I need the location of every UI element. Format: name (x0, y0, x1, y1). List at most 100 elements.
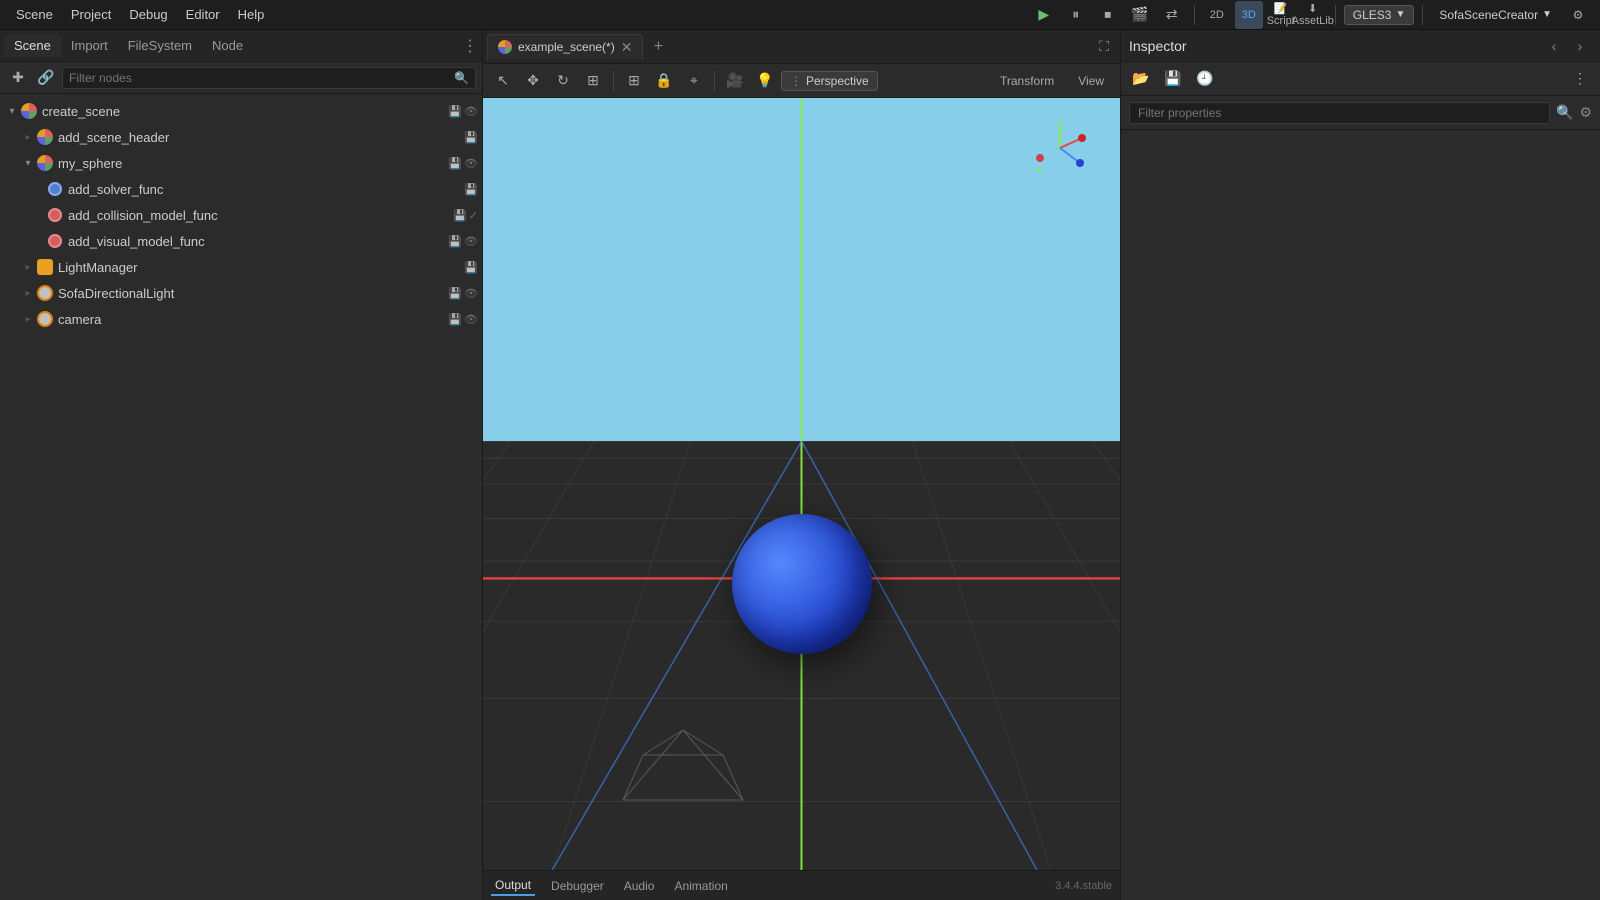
remote-button[interactable]: ⇄ (1158, 1, 1186, 29)
tree-item-add-collision[interactable]: add_collision_model_func 💾 ✓ (0, 202, 482, 228)
tree-label-add-scene-header: add_scene_header (58, 130, 464, 145)
transform-button[interactable]: Transform (990, 72, 1064, 90)
tree-actions-create-scene: 💾 👁 (448, 105, 478, 118)
vp-lock-btn[interactable]: 🔒 (650, 67, 678, 95)
vp-move-btn[interactable]: ✥ (519, 67, 547, 95)
save-icon-visual: 💾 (448, 235, 462, 248)
filter-input[interactable] (69, 71, 454, 85)
tab-filesystem[interactable]: FileSystem (118, 34, 202, 57)
inspector-filter-options-icon[interactable]: ⚙ (1579, 104, 1592, 121)
vp-light-btn[interactable]: 💡 (751, 67, 779, 95)
tree-item-directionallight[interactable]: ▸ SofaDirectionalLight 💾 👁 (0, 280, 482, 306)
tab-animation[interactable]: Animation (670, 877, 731, 895)
inspector-more-btn[interactable]: ⋮ (1566, 65, 1594, 93)
gles-label: GLES3 (1353, 8, 1392, 22)
tree-item-my-sphere[interactable]: ▾ my_sphere 💾 👁 (0, 150, 482, 176)
vp-camera-btn[interactable]: 🎥 (721, 67, 749, 95)
viewport-area[interactable]: Y ● (483, 98, 1120, 870)
grid-svg (483, 98, 1120, 870)
stop-button[interactable]: ⏹ (1094, 1, 1122, 29)
tree-icon-add-scene-header (36, 128, 54, 146)
play-button[interactable]: ▶ (1030, 1, 1058, 29)
tree-label-visual: add_visual_model_func (68, 234, 448, 249)
vp-select-btn[interactable]: ↖ (489, 67, 517, 95)
panel-tabs: Scene Import FileSystem Node ⋮ (0, 30, 482, 62)
eye-icon-visual: 👁 (464, 235, 478, 248)
inspector-title: Inspector (1129, 38, 1187, 54)
creator-settings-btn[interactable]: ⚙ (1564, 1, 1592, 29)
movie-button[interactable]: 🎬 (1126, 1, 1154, 29)
assetlib-button[interactable]: ⬇ AssetLib (1299, 1, 1327, 29)
menu-help[interactable]: Help (230, 4, 273, 25)
view-button[interactable]: View (1068, 72, 1114, 90)
mode-2d-button[interactable]: 2D (1203, 1, 1231, 29)
menu-project[interactable]: Project (63, 4, 119, 25)
eye-icon-directional: 👁 (464, 287, 478, 300)
check-icon-collision: ✓ (469, 209, 478, 222)
tree-item-create-scene[interactable]: ▾ create_scene 💾 👁 (0, 98, 482, 124)
panel-more-btn[interactable]: ⋮ (462, 36, 478, 56)
inspector-back-btn[interactable]: ‹ (1542, 34, 1566, 58)
tree-arrow-camera: ▸ (20, 311, 36, 327)
tree-actions-lightmanager: 💾 (464, 261, 478, 274)
tree-icon-directional (36, 284, 54, 302)
viewport-tab-scene[interactable]: example_scene(*) ✕ (487, 34, 643, 60)
tab-scene[interactable]: Scene (4, 34, 61, 57)
tree-actions-collision: 💾 ✓ (453, 209, 478, 222)
tree-arrow-visual (36, 233, 46, 249)
filter-input-wrap: 🔍 (62, 67, 476, 89)
inspector-save-file-btn[interactable]: 💾 (1159, 65, 1187, 93)
script-button[interactable]: 📝 Script (1267, 1, 1295, 29)
viewport-close-btn[interactable]: ✕ (621, 39, 633, 56)
camera-frustum (583, 700, 783, 820)
tree-arrow-collision (36, 207, 46, 223)
axis-indicator: Y ● (1030, 118, 1090, 178)
fullscreen-button[interactable]: ⛶ (1092, 35, 1116, 59)
creator-dropdown-icon: ▼ (1542, 9, 1552, 20)
tree-icon-create-scene (20, 102, 38, 120)
tree-item-add-scene-header[interactable]: ▸ add_scene_header 💾 (0, 124, 482, 150)
tree-item-add-solver-func[interactable]: add_solver_func 💾 (0, 176, 482, 202)
vp-sep-1 (613, 71, 614, 91)
add-tab-button[interactable]: + (647, 36, 669, 58)
pause-button[interactable]: ⏸ (1062, 1, 1090, 29)
viewport-bottom-bar: Output Debugger Audio Animation 3.4.4.st… (483, 870, 1120, 900)
menu-debug[interactable]: Debug (121, 4, 175, 25)
tab-debugger[interactable]: Debugger (547, 877, 608, 895)
tree-icon-camera (36, 310, 54, 328)
save-icon-lightmanager: 💾 (464, 261, 478, 274)
vp-scale-btn[interactable]: ⊞ (579, 67, 607, 95)
inspector-filter-input[interactable] (1129, 102, 1550, 124)
eye-icon-create: 👁 (464, 105, 478, 118)
scene-tree: ▾ create_scene 💾 👁 ▸ add_scene_header (0, 94, 482, 900)
sphere-3d (732, 514, 872, 654)
tree-item-camera[interactable]: ▸ camera 💾 👁 (0, 306, 482, 332)
vp-grid-btn[interactable]: ⊞ (620, 67, 648, 95)
tree-item-add-visual[interactable]: add_visual_model_func 💾 👁 (0, 228, 482, 254)
gles-badge[interactable]: GLES3 ▼ (1344, 5, 1415, 25)
vp-right-buttons: Transform View (990, 72, 1114, 90)
inspector-body (1121, 130, 1600, 900)
link-scene-button[interactable]: 🔗 (34, 66, 58, 90)
viewport-tab-label: example_scene(*) (518, 40, 615, 54)
add-node-button[interactable]: ✚ (6, 66, 30, 90)
perspective-button[interactable]: ⋮ Perspective (781, 71, 878, 91)
tab-audio[interactable]: Audio (620, 877, 659, 895)
tree-item-lightmanager[interactable]: ▸ LightManager 💾 (0, 254, 482, 280)
menu-editor[interactable]: Editor (178, 4, 228, 25)
creator-badge: SofaSceneCreator ▼ (1431, 6, 1560, 24)
tree-icon-visual (46, 232, 64, 250)
tab-output[interactable]: Output (491, 876, 535, 896)
mode-3d-button[interactable]: 3D (1235, 1, 1263, 29)
menu-scene[interactable]: Scene (8, 4, 61, 25)
inspector-open-file-btn[interactable]: 📂 (1127, 65, 1155, 93)
vp-snap-btn[interactable]: ⌖ (680, 67, 708, 95)
vp-rotate-btn[interactable]: ↻ (549, 67, 577, 95)
perspective-dots: ⋮ (790, 74, 802, 88)
tab-node[interactable]: Node (202, 34, 253, 57)
save-icon-header: 💾 (464, 131, 478, 144)
tree-arrow-directional: ▸ (20, 285, 36, 301)
inspector-forward-btn[interactable]: › (1568, 34, 1592, 58)
tab-import[interactable]: Import (61, 34, 118, 57)
inspector-history-btn[interactable]: 🕘 (1191, 65, 1219, 93)
